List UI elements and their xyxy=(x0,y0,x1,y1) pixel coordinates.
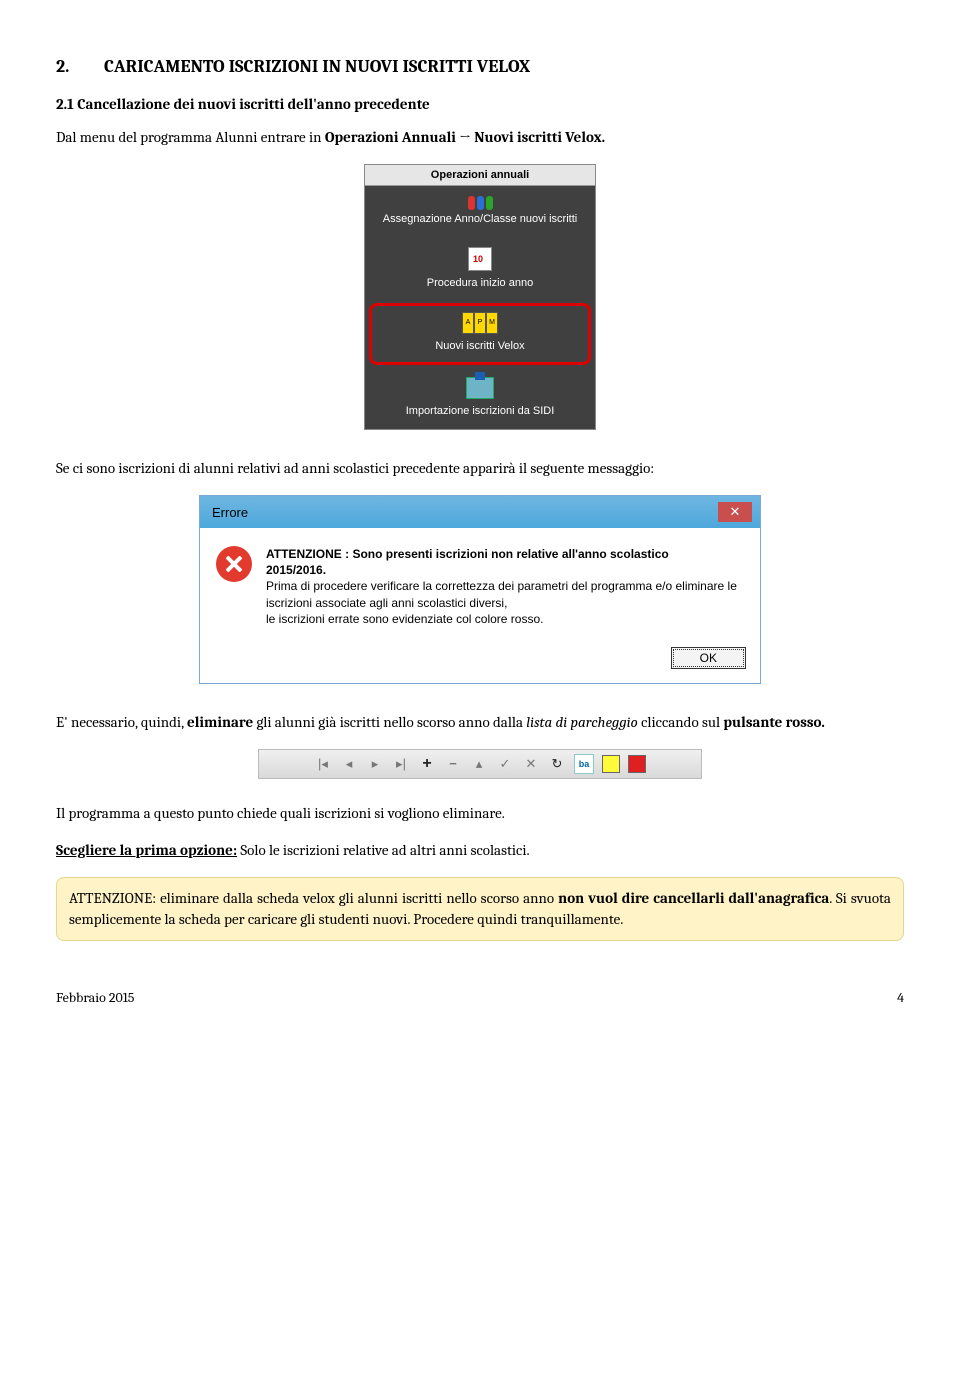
section-heading: 2.CARICAMENTO ISCRIZIONI IN NUOVI ISCRIT… xyxy=(56,56,904,77)
first-icon[interactable]: |◂ xyxy=(314,755,332,773)
menu-title: Operazioni annuali xyxy=(365,165,595,186)
menu-screenshot: Operazioni annuali Assegnazione Anno/Cla… xyxy=(364,164,596,430)
section-number: 2. xyxy=(56,56,104,77)
plus-icon[interactable]: + xyxy=(418,755,436,773)
yellow-button[interactable] xyxy=(602,755,620,773)
paragraph-1: Dal menu del programma Alunni entrare in… xyxy=(56,127,904,148)
apm-icon: APM xyxy=(376,312,584,334)
cancel-icon[interactable]: ✕ xyxy=(522,755,540,773)
error-text: ATTENZIONE : Sono presenti iscrizioni no… xyxy=(266,546,744,627)
toolbar: |◂ ◂ ▸ ▸| + − ▴ ✓ ✕ ↻ ba xyxy=(258,749,702,779)
error-titlebar: Errore ✕ xyxy=(200,496,760,528)
paragraph-3: E' necessario, quindi, eliminare gli alu… xyxy=(56,712,904,733)
ok-button[interactable]: OK xyxy=(671,647,746,669)
error-body: ATTENZIONE : Sono presenti iscrizioni no… xyxy=(200,528,760,637)
red-button[interactable] xyxy=(628,755,646,773)
import-icon xyxy=(466,377,494,399)
next-icon[interactable]: ▸ xyxy=(366,755,384,773)
ba-button[interactable]: ba xyxy=(574,754,594,774)
paragraph-4: Il programma a questo punto chiede quali… xyxy=(56,803,904,824)
menu-item-importazione[interactable]: Importazione iscrizioni da SIDI xyxy=(365,367,595,429)
error-buttons: OK xyxy=(200,637,760,683)
section-title: CARICAMENTO ISCRIZIONI IN NUOVI ISCRITTI… xyxy=(104,56,530,77)
error-icon xyxy=(216,546,252,582)
minus-icon[interactable]: − xyxy=(444,755,462,773)
calendar-icon xyxy=(468,247,492,271)
refresh-icon[interactable]: ↻ xyxy=(548,755,566,773)
paragraph-2: Se ci sono iscrizioni di alunni relativi… xyxy=(56,458,904,479)
up-icon[interactable]: ▴ xyxy=(470,755,488,773)
subsection-heading: 2.1 Cancellazione dei nuovi iscritti del… xyxy=(56,95,904,113)
menu-item-procedura[interactable]: Procedura inizio anno xyxy=(365,237,595,301)
last-icon[interactable]: ▸| xyxy=(392,755,410,773)
warning-box: ATTENZIONE: eliminare dalla scheda velox… xyxy=(56,877,904,941)
people-icon xyxy=(371,196,589,213)
close-icon[interactable]: ✕ xyxy=(718,502,752,522)
menu-item-nuovi-iscritti-highlighted[interactable]: APM Nuovi iscritti Velox xyxy=(369,303,591,365)
footer-date: Febbraio 2015 xyxy=(56,989,134,1006)
error-dialog: Errore ✕ ATTENZIONE : Sono presenti iscr… xyxy=(199,495,761,684)
page-number: 4 xyxy=(897,989,904,1006)
menu-item-assegnazione[interactable]: Assegnazione Anno/Classe nuovi iscritti xyxy=(365,186,595,237)
prev-icon[interactable]: ◂ xyxy=(340,755,358,773)
error-title: Errore xyxy=(212,505,248,520)
page-footer: Febbraio 2015 4 xyxy=(56,981,904,1006)
paragraph-5: Scegliere la prima opzione: Solo le iscr… xyxy=(56,840,904,861)
check-icon[interactable]: ✓ xyxy=(496,755,514,773)
